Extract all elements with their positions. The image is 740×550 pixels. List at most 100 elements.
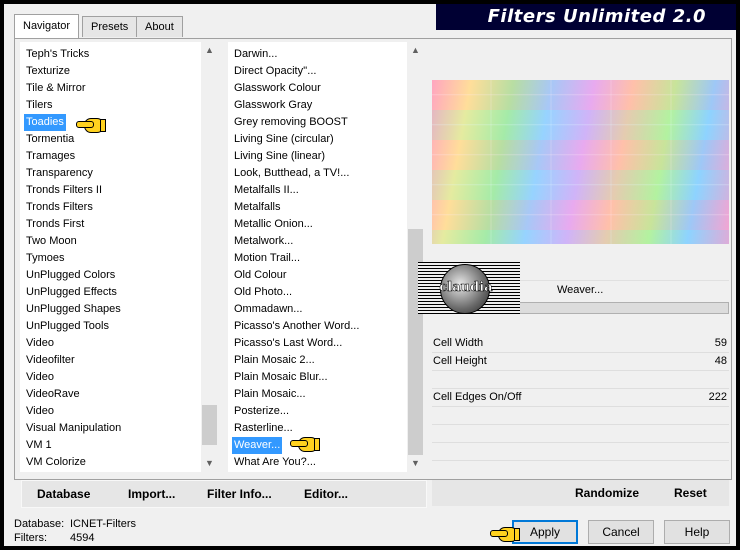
filter-info-button[interactable]: Filter Info... [207, 487, 272, 501]
database-button[interactable]: Database [37, 487, 90, 501]
hand-cuff [514, 528, 520, 541]
filter-list-item[interactable]: Posterize... [234, 403, 289, 420]
status-database-key: Database: [14, 518, 65, 530]
category-list-item[interactable]: Tronds Filters II [26, 182, 102, 199]
category-list-item[interactable]: Tronds Filters [26, 199, 93, 216]
randomize-button[interactable]: Randomize [575, 486, 639, 500]
hand-finger [76, 121, 94, 128]
param-empty [432, 442, 729, 461]
category-list-item[interactable]: Tymoes [26, 250, 65, 267]
param-cell-width[interactable]: Cell Width 59 [432, 334, 729, 353]
apply-button[interactable]: Apply [512, 520, 578, 544]
reset-button[interactable]: Reset [674, 486, 707, 500]
param-value: 222 [708, 391, 727, 403]
param-cell-edges[interactable]: Cell Edges On/Off 222 [432, 388, 729, 407]
category-list-items: Teph's Tricks Texturize Tile & Mirror Tiler… [20, 42, 201, 472]
filter-list-item[interactable]: What Are You?... [234, 454, 316, 471]
watermark-text: claudia [439, 280, 493, 296]
editor-button[interactable]: Editor... [304, 487, 348, 501]
hand-finger [290, 440, 308, 447]
category-list-item[interactable]: Videofilter [26, 352, 75, 369]
category-list-item[interactable]: VM 1 [26, 437, 52, 454]
filter-list-item[interactable]: Plain Mosaic Blur... [234, 369, 328, 386]
app-title: Filters Unlimited 2.0 [487, 6, 706, 27]
filter-list-item[interactable]: Ommadawn... [234, 301, 302, 318]
filter-list-item[interactable]: Plain Mosaic... [234, 386, 306, 403]
pointer-hand-icon [290, 434, 320, 452]
category-list-item[interactable]: Video [26, 335, 54, 352]
filter-scrollbar[interactable]: ▲ ▼ [407, 42, 424, 472]
filter-list-items: Darwin... Direct Opacity''... Glasswork Co… [228, 42, 407, 472]
import-button[interactable]: Import... [128, 487, 175, 501]
scroll-down-arrow-icon[interactable]: ▼ [201, 455, 218, 472]
cancel-button[interactable]: Cancel [588, 520, 654, 544]
preview-image [432, 80, 729, 244]
filter-list-item[interactable]: Weaver... [232, 437, 283, 454]
filter-list-item[interactable]: Glasswork Gray [234, 97, 312, 114]
category-list-item[interactable]: Tormentia [26, 131, 74, 148]
help-button[interactable]: Help [664, 520, 730, 544]
hand-cuff [100, 119, 106, 132]
tab-presets[interactable]: Presets [82, 16, 138, 37]
status-database-value: ICNET-Filters [70, 518, 136, 530]
filter-list-item[interactable]: Picasso's Another Word... [234, 318, 359, 335]
param-empty [432, 406, 729, 425]
filter-list-item[interactable]: Glasswork Colour [234, 80, 321, 97]
category-scroll-thumb[interactable] [202, 405, 217, 445]
category-list-item[interactable]: Tilers [26, 97, 52, 114]
filter-list-item[interactable]: Grey removing BOOST [234, 114, 348, 131]
category-list-item[interactable]: UnPlugged Colors [26, 267, 115, 284]
category-list-item[interactable]: UnPlugged Tools [26, 318, 109, 335]
category-list[interactable]: Teph's Tricks Texturize Tile & Mirror Tiler… [20, 42, 218, 472]
filter-list-item[interactable]: Motion Trail... [234, 250, 300, 267]
hand-cuff [314, 438, 320, 451]
category-list-item[interactable]: Texturize [26, 63, 70, 80]
filter-list-item[interactable]: Metalfalls [234, 199, 280, 216]
category-list-item[interactable]: UnPlugged Shapes [26, 301, 121, 318]
param-value: 59 [714, 337, 727, 349]
category-list-item[interactable]: Transparency [26, 165, 93, 182]
filter-list-item[interactable]: Plain Mosaic 2... [234, 352, 315, 369]
status-filters: Filters: 4594 [14, 532, 94, 544]
filter-list-item[interactable]: Darwin... [234, 46, 277, 63]
param-cell-height[interactable]: Cell Height 48 [432, 352, 729, 371]
category-list-item[interactable]: VM Colorize [26, 454, 86, 471]
hand-finger [490, 530, 508, 537]
filter-name-label: Weaver... [557, 284, 604, 296]
filter-list-item[interactable]: Living Sine (circular) [234, 131, 334, 148]
category-list-item[interactable]: Tramages [26, 148, 75, 165]
scroll-down-arrow-icon[interactable]: ▼ [407, 455, 424, 472]
filter-list-item[interactable]: Picasso's Last Word... [234, 335, 342, 352]
filter-list-item[interactable]: Rasterline... [234, 420, 293, 437]
tab-navigator[interactable]: Navigator [14, 14, 80, 38]
category-list-item[interactable]: Toadies [24, 114, 66, 131]
category-list-item[interactable]: Video [26, 403, 54, 420]
category-list-item[interactable]: Video [26, 369, 54, 386]
tab-about[interactable]: About [136, 16, 183, 37]
scroll-up-arrow-icon[interactable]: ▲ [407, 42, 424, 59]
category-list-item[interactable]: Two Moon [26, 233, 77, 250]
category-list-item[interactable]: UnPlugged Effects [26, 284, 117, 301]
filter-list-item[interactable]: Direct Opacity''... [234, 63, 316, 80]
category-scrollbar[interactable]: ▲ ▼ [201, 42, 218, 472]
filter-list-item[interactable]: Metallic Onion... [234, 216, 313, 233]
filter-list-item[interactable]: Metalfalls II... [234, 182, 299, 199]
scroll-up-arrow-icon[interactable]: ▲ [201, 42, 218, 59]
filter-list-item[interactable]: Old Colour [234, 267, 287, 284]
pointer-hand-icon [490, 524, 520, 542]
filter-list-item[interactable]: Metalwork... [234, 233, 293, 250]
pointer-hand-icon [76, 115, 106, 133]
filter-list-item[interactable]: Living Sine (linear) [234, 148, 325, 165]
claudia-watermark-logo: claudia [418, 262, 520, 314]
param-empty [432, 424, 729, 443]
filter-list-item[interactable]: Old Photo... [234, 284, 292, 301]
category-list-item[interactable]: Tronds First [26, 216, 84, 233]
category-list-item[interactable]: Visual Manipulation [26, 420, 121, 437]
category-list-item[interactable]: Teph's Tricks [26, 46, 89, 63]
category-list-item[interactable]: Tile & Mirror [26, 80, 85, 97]
category-list-item[interactable]: VideoRave [26, 386, 80, 403]
filter-list-item[interactable]: Look, Butthead, a TV!... [234, 165, 349, 182]
filter-list[interactable]: Darwin... Direct Opacity''... Glasswork Co… [228, 42, 424, 472]
param-slider [432, 460, 729, 461]
param-label: Cell Height [433, 355, 487, 367]
